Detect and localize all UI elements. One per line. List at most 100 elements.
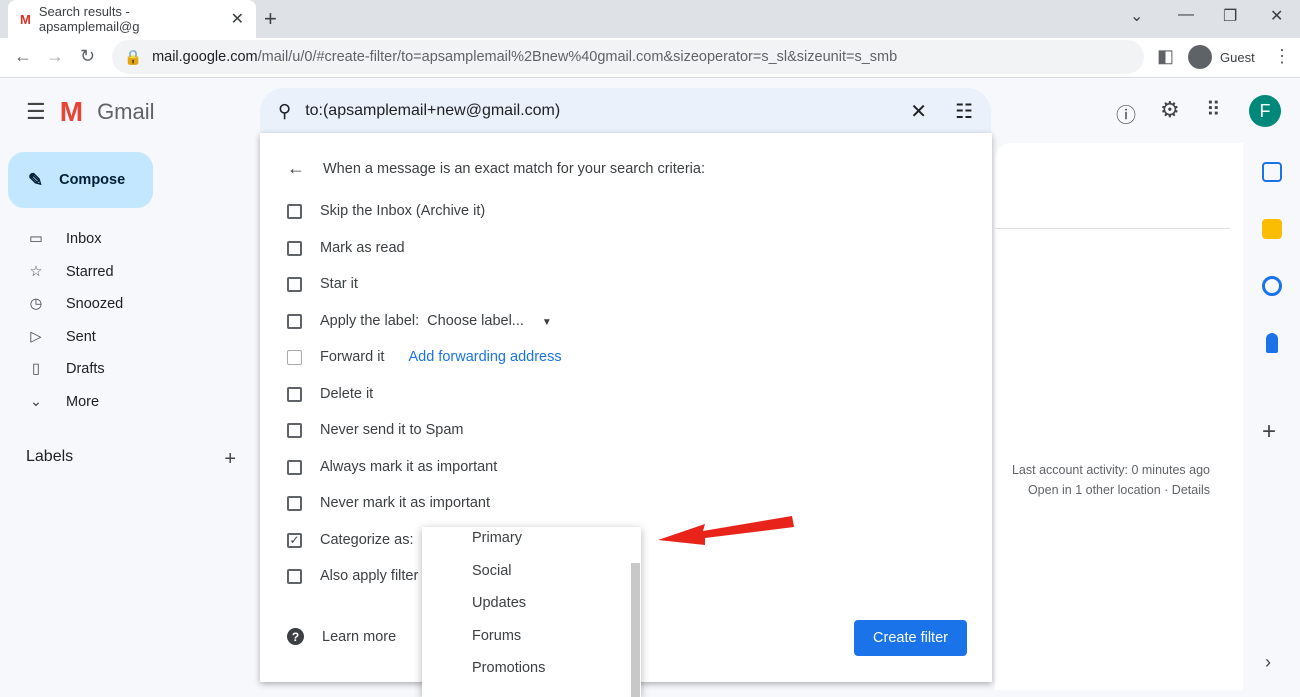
add-label-icon[interactable]: + <box>224 448 236 471</box>
browser-tab[interactable]: M Search results - apsamplemail@g ✕ <box>8 0 256 38</box>
profile-button[interactable]: Guest <box>1184 41 1267 73</box>
category-option[interactable]: Promotions <box>472 660 545 676</box>
checkbox[interactable] <box>287 350 302 365</box>
checkbox[interactable] <box>287 241 302 256</box>
account-activity: Last account activity: 0 minutes agoOpen… <box>1000 460 1210 500</box>
tab-bar: M Search results - apsamplemail@g ✕ + ⌄ … <box>0 0 1300 38</box>
pencil-icon: ✎ <box>28 170 43 191</box>
red-arrow-icon <box>658 516 794 545</box>
account-avatar[interactable]: F <box>1249 95 1281 127</box>
help-circle-icon: ? <box>287 628 304 645</box>
checkbox[interactable] <box>287 423 302 438</box>
back-icon[interactable]: ← <box>14 46 32 67</box>
checkbox[interactable] <box>287 314 302 329</box>
search-bar[interactable]: ⚲ to:(apsamplemail+new@gmail.com) ✕ ☷ <box>260 88 991 134</box>
help-icon[interactable]: ⓘ <box>1116 99 1136 128</box>
option-label: Never mark it as important <box>320 495 490 511</box>
option-skip-inbox[interactable]: Skip the Inbox (Archive it) <box>287 203 485 219</box>
sidebar-item-more[interactable]: ⌄More <box>26 394 99 410</box>
close-tab-icon[interactable]: ✕ <box>231 9 244 29</box>
option-label: Never send it to Spam <box>320 422 463 438</box>
option-apply-existing[interactable]: Also apply filter <box>287 568 418 584</box>
checkbox[interactable] <box>287 569 302 584</box>
settings-gear-icon[interactable]: ⚙ <box>1160 97 1180 123</box>
dropdown-scrollbar[interactable] <box>631 563 640 697</box>
browser-menu-icon[interactable]: ⋮ <box>1273 46 1291 67</box>
sidebar-item-drafts[interactable]: ▯Drafts <box>26 361 105 377</box>
close-window-icon[interactable]: ✕ <box>1270 6 1283 26</box>
option-label: Apply the label: <box>320 313 419 329</box>
lock-icon: 🔒 <box>124 49 142 66</box>
reload-icon[interactable]: ↻ <box>80 46 95 67</box>
clear-search-icon[interactable]: ✕ <box>910 99 927 124</box>
sidebar-item-sent[interactable]: ▷Sent <box>26 329 96 345</box>
clock-icon: ◷ <box>26 296 46 312</box>
checkbox[interactable] <box>287 387 302 402</box>
minimize-icon[interactable]: — <box>1178 6 1194 24</box>
sidebar-item-inbox[interactable]: ▭Inbox <box>26 231 101 247</box>
back-arrow-icon[interactable]: ← <box>287 158 305 179</box>
search-input[interactable]: to:(apsamplemail+new@gmail.com) <box>305 102 896 120</box>
learn-more-link[interactable]: ? Learn more <box>287 628 396 645</box>
keep-icon[interactable] <box>1262 219 1282 239</box>
sidebar-item-starred[interactable]: ☆ Starred <box>26 264 114 280</box>
search-icon[interactable]: ⚲ <box>278 101 291 122</box>
add-addon-icon[interactable]: + <box>1262 418 1276 446</box>
apps-grid-icon[interactable]: ⠿ <box>1206 97 1221 122</box>
add-forwarding-address-link[interactable]: Add forwarding address <box>408 349 561 365</box>
calendar-icon[interactable] <box>1262 162 1282 182</box>
learn-more-label: Learn more <box>322 629 396 645</box>
category-dropdown[interactable]: Primary Social Updates Forums Promotions <box>422 527 641 697</box>
tab-title: Search results - apsamplemail@g <box>39 4 223 34</box>
option-apply-label[interactable]: Apply the label: Choose label... ▼ <box>287 313 552 329</box>
create-filter-label: Create filter <box>873 630 948 646</box>
option-never-spam[interactable]: Never send it to Spam <box>287 422 463 438</box>
sidebar-item-snoozed[interactable]: ◷Snoozed <box>26 296 123 312</box>
inbox-icon: ▭ <box>26 231 46 247</box>
option-label: Forward it <box>320 349 384 365</box>
option-mark-read[interactable]: Mark as read <box>287 240 405 256</box>
checkbox-checked[interactable]: ✓ <box>287 533 302 548</box>
option-delete[interactable]: Delete it <box>287 386 373 402</box>
checkbox[interactable] <box>287 460 302 475</box>
compose-button[interactable]: ✎Compose <box>8 152 153 208</box>
main-menu-icon[interactable]: ☰ <box>26 99 46 125</box>
new-tab-icon[interactable]: + <box>264 6 277 32</box>
checkbox[interactable] <box>287 496 302 511</box>
mail-content-area <box>995 143 1243 690</box>
option-categorize[interactable]: ✓ Categorize as: <box>287 532 414 548</box>
restore-icon[interactable]: ❐ <box>1223 6 1237 26</box>
labels-header: Labels+ <box>26 448 236 471</box>
checkbox[interactable] <box>287 277 302 292</box>
profile-icon <box>1188 45 1212 69</box>
option-label: Delete it <box>320 386 373 402</box>
category-option[interactable]: Forums <box>472 628 521 644</box>
url-input[interactable]: 🔒 mail.google.com/mail/u/0/#create-filte… <box>112 40 1144 74</box>
category-option[interactable]: Updates <box>472 595 526 611</box>
chevron-down-icon: ⌄ <box>26 394 46 410</box>
sidepanel-icon[interactable]: ◧ <box>1157 46 1174 67</box>
category-option[interactable]: Primary <box>472 530 522 546</box>
option-label: Categorize as: <box>320 532 414 548</box>
forward-icon[interactable]: → <box>46 46 64 67</box>
activity-details-link[interactable]: Open in 1 other location · Details <box>1000 480 1210 500</box>
option-never-important[interactable]: Never mark it as important <box>287 495 490 511</box>
category-option[interactable]: Social <box>472 563 512 579</box>
label-select[interactable]: Choose label... ▼ <box>427 313 552 329</box>
checkbox[interactable] <box>287 204 302 219</box>
address-bar: ← → ↻ 🔒 mail.google.com/mail/u/0/#create… <box>0 38 1300 78</box>
tasks-icon[interactable] <box>1262 276 1282 296</box>
nav-label: Starred <box>66 264 114 280</box>
contacts-icon[interactable] <box>1266 333 1278 353</box>
search-options-icon[interactable]: ☷ <box>955 99 973 124</box>
gmail-logo[interactable]: ☰ M Gmail <box>26 96 155 128</box>
tab-search-icon[interactable]: ⌄ <box>1130 6 1143 26</box>
option-forward[interactable]: Forward it Add forwarding address <box>287 349 562 365</box>
expand-panel-icon[interactable]: › <box>1265 652 1271 673</box>
star-icon: ☆ <box>26 264 46 280</box>
gmail-m-icon: M <box>60 96 83 128</box>
create-filter-button[interactable]: Create filter <box>854 620 967 656</box>
option-star[interactable]: Star it <box>287 276 358 292</box>
nav-label: Sent <box>66 329 96 345</box>
option-always-important[interactable]: Always mark it as important <box>287 459 497 475</box>
